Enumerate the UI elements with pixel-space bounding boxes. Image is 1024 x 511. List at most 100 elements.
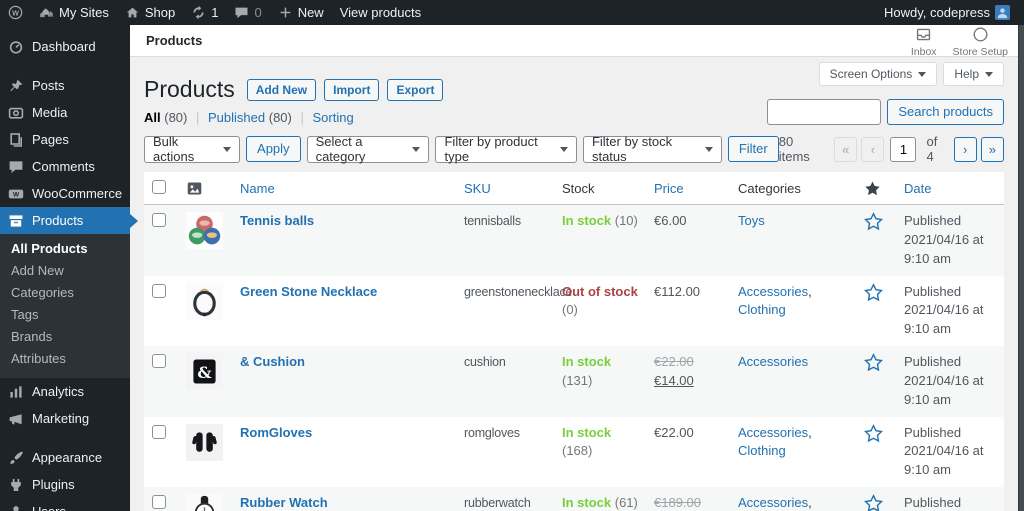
woocommerce-header: Products Inbox Store Setup	[130, 25, 1018, 57]
store-setup-button[interactable]: Store Setup	[953, 24, 1008, 58]
row-thumbnail-cell	[178, 276, 232, 347]
featured-star-icon[interactable]	[864, 501, 883, 511]
product-price: €112.00	[654, 284, 700, 299]
row-checkbox[interactable]	[152, 354, 166, 368]
new-menu[interactable]: New	[270, 0, 332, 25]
filter-button[interactable]: Filter	[728, 136, 779, 162]
row-stock-cell: In stock (10)	[554, 205, 646, 276]
column-header-stock: Stock	[554, 172, 646, 205]
sidebar-item-dashboard[interactable]: Dashboard	[0, 33, 130, 60]
category-link[interactable]: Toys	[738, 213, 765, 228]
last-page-button[interactable]: »	[981, 137, 1004, 162]
updates-icon	[191, 5, 206, 20]
admin-sidebar: Dashboard PostsMediaPagesCommentsWWooComm…	[0, 25, 130, 511]
sidebar-item-marketing[interactable]: Marketing	[0, 405, 130, 432]
stock-status: In stock	[562, 425, 611, 440]
add-new-button[interactable]: Add New	[247, 79, 316, 101]
submenu-item-attributes[interactable]: Attributes	[0, 348, 130, 370]
featured-star-icon[interactable]	[864, 431, 883, 446]
sidebar-item-plugins[interactable]: Plugins	[0, 471, 130, 498]
column-header-date[interactable]: Date	[896, 172, 1004, 205]
watch-thumbnail[interactable]	[186, 494, 223, 511]
tennis-balls-thumbnail[interactable]	[186, 212, 223, 249]
view-sorting-link[interactable]: Sorting	[313, 110, 354, 125]
row-checkbox[interactable]	[152, 495, 166, 509]
sidebar-item-media[interactable]: Media	[0, 99, 130, 126]
category-link[interactable]: Clothing	[738, 443, 786, 458]
sidebar-item-products[interactable]: Products	[0, 207, 130, 234]
gloves-thumbnail[interactable]	[186, 424, 223, 461]
sidebar-item-label: Appearance	[32, 450, 102, 465]
category-link[interactable]: Accessories	[738, 425, 808, 440]
updates-menu[interactable]: 1	[183, 0, 226, 25]
featured-star-icon[interactable]	[864, 290, 883, 305]
column-header-name[interactable]: Name	[232, 172, 456, 205]
shop-menu[interactable]: Shop	[117, 0, 183, 25]
submenu-item-all-products[interactable]: All Products	[0, 238, 130, 260]
first-page-button[interactable]: «	[834, 137, 857, 162]
product-name-link[interactable]: Rubber Watch	[240, 495, 328, 510]
view-published-link[interactable]: Published	[208, 110, 265, 125]
stock-status-select[interactable]: Filter by stock status	[583, 136, 722, 163]
category-link[interactable]: Accessories	[738, 354, 808, 369]
import-button[interactable]: Import	[324, 79, 379, 101]
bulk-actions-select[interactable]: Bulk actions	[144, 136, 240, 163]
column-header-sku[interactable]: SKU	[456, 172, 554, 205]
export-button[interactable]: Export	[387, 79, 443, 101]
scrollbar[interactable]	[1018, 25, 1024, 511]
submenu-item-brands[interactable]: Brands	[0, 326, 130, 348]
search-products-button[interactable]: Search products	[887, 99, 1004, 125]
inbox-button[interactable]: Inbox	[911, 24, 937, 58]
sidebar-item-appearance[interactable]: Appearance	[0, 444, 130, 471]
row-thumbnail-cell	[178, 487, 232, 511]
my-sites-menu[interactable]: My Sites	[31, 0, 117, 25]
product-type-select[interactable]: Filter by product type	[435, 136, 576, 163]
prev-page-button[interactable]: ‹	[861, 137, 884, 162]
category-link[interactable]: Accessories	[738, 284, 808, 299]
sidebar-item-users[interactable]: Users	[0, 498, 130, 511]
product-name-link[interactable]: Green Stone Necklace	[240, 284, 377, 299]
submenu-item-tags[interactable]: Tags	[0, 304, 130, 326]
bulk-actions-value: Bulk actions	[153, 134, 213, 164]
row-checkbox-cell	[144, 205, 178, 276]
sidebar-item-posts[interactable]: Posts	[0, 72, 130, 99]
table-row: Tennis ballstennisballsIn stock (10)€6.0…	[144, 205, 1004, 276]
row-checkbox[interactable]	[152, 425, 166, 439]
category-link[interactable]: Clothing	[738, 302, 786, 317]
home-icon	[125, 5, 140, 20]
product-name-link[interactable]: RomGloves	[240, 425, 312, 440]
comments-menu[interactable]: 0	[226, 0, 269, 25]
view-products-label: View products	[340, 5, 421, 20]
publish-date: 2021/04/16 at 9:10 am	[904, 372, 996, 410]
view-all-link[interactable]: All	[144, 110, 161, 125]
sidebar-item-analytics[interactable]: Analytics	[0, 378, 130, 405]
sidebar-item-pages[interactable]: Pages	[0, 126, 130, 153]
next-page-button[interactable]: ›	[954, 137, 977, 162]
category-select[interactable]: Select a category	[307, 136, 430, 163]
cushion-thumbnail[interactable]: &	[186, 353, 223, 390]
view-products-link[interactable]: View products	[332, 0, 429, 25]
screen-options-button[interactable]: Screen Options	[819, 62, 938, 86]
sidebar-item-comments[interactable]: Comments	[0, 153, 130, 180]
product-name-link[interactable]: & Cushion	[240, 354, 305, 369]
admin-bar: W My Sites Shop 1 0 New View products	[0, 0, 1024, 25]
submenu-item-categories[interactable]: Categories	[0, 282, 130, 304]
help-button[interactable]: Help	[943, 62, 1004, 86]
current-page-input[interactable]	[890, 137, 916, 162]
account-menu[interactable]: Howdy, codepress	[876, 0, 1018, 25]
search-input[interactable]	[767, 99, 881, 125]
sidebar-item-woocommerce[interactable]: WWooCommerce	[0, 180, 130, 207]
select-all-checkbox[interactable]	[152, 180, 166, 194]
necklace-thumbnail[interactable]	[186, 283, 223, 320]
row-categories-cell: Accessories	[730, 346, 856, 417]
submenu-item-add-new[interactable]: Add New	[0, 260, 130, 282]
featured-star-icon[interactable]	[864, 360, 883, 375]
apply-button[interactable]: Apply	[246, 136, 301, 162]
column-header-price[interactable]: Price	[646, 172, 730, 205]
featured-star-icon[interactable]	[864, 219, 883, 234]
row-checkbox[interactable]	[152, 284, 166, 298]
category-link[interactable]: Accessories	[738, 495, 808, 510]
wordpress-logo-menu[interactable]: W	[0, 0, 31, 25]
row-checkbox[interactable]	[152, 213, 166, 227]
product-name-link[interactable]: Tennis balls	[240, 213, 314, 228]
